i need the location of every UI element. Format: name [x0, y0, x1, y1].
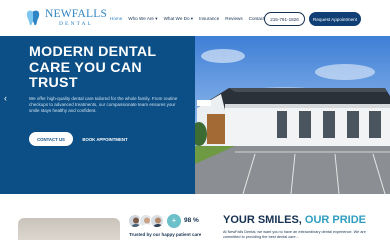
hero-title: MODERN DENTAL CARE YOU CAN TRUST [29, 44, 157, 91]
about-section: + 98 % Trusted by our happy patient care… [0, 194, 390, 240]
request-appointment-button[interactable]: Request Appointment [309, 12, 361, 26]
section-title: YOUR SMILES, OUR PRIDE [223, 214, 366, 226]
patient-avatars: + [128, 214, 181, 228]
section-title-main: YOUR SMILES, [223, 214, 305, 226]
trust-percent: 98 % [184, 217, 199, 224]
main-nav: Home Who We Are ▾ What We Do ▾ Insurance… [110, 16, 277, 22]
plus-icon: + [167, 214, 181, 228]
hero-description: We offer high-quality dental care tailor… [29, 96, 178, 114]
brand-subtitle: DENTAL [59, 20, 93, 27]
site-header: NEWFALLS DENTAL Home Who We Are ▾ What W… [0, 0, 390, 36]
brand-name: NEWFALLS [45, 8, 108, 20]
building-illustration [195, 36, 390, 194]
nav-home[interactable]: Home [110, 16, 122, 22]
tooth-logo-icon [26, 10, 40, 26]
trust-text: Trusted by our happy patient care [129, 232, 202, 237]
nav-insurance[interactable]: Insurance [199, 16, 219, 22]
nav-who-we-are[interactable]: Who We Are ▾ [128, 16, 157, 22]
book-appointment-button[interactable]: BOOK APPOINTMENT [77, 132, 133, 146]
avatar [150, 214, 164, 228]
logo[interactable]: NEWFALLS DENTAL [24, 8, 108, 27]
nav-what-we-do[interactable]: What We Do ▾ [164, 16, 194, 22]
hero-section: ‹ MODERN DENTAL CARE YOU CAN TRUST We of… [0, 36, 390, 194]
nav-reviews[interactable]: Reviews [225, 16, 242, 22]
hero-panel: ‹ MODERN DENTAL CARE YOU CAN TRUST We of… [0, 36, 195, 194]
phone-button[interactable]: 215-791-1826 [264, 12, 305, 26]
prev-slide-icon[interactable]: ‹ [4, 93, 14, 103]
contact-us-button[interactable]: CONTACT US [29, 132, 73, 146]
team-photo [18, 218, 120, 240]
clinic-building-photo [195, 36, 390, 194]
section-description: At NewFalls Dental, we want you to have … [223, 230, 366, 239]
section-title-accent: OUR PRIDE [304, 214, 367, 226]
